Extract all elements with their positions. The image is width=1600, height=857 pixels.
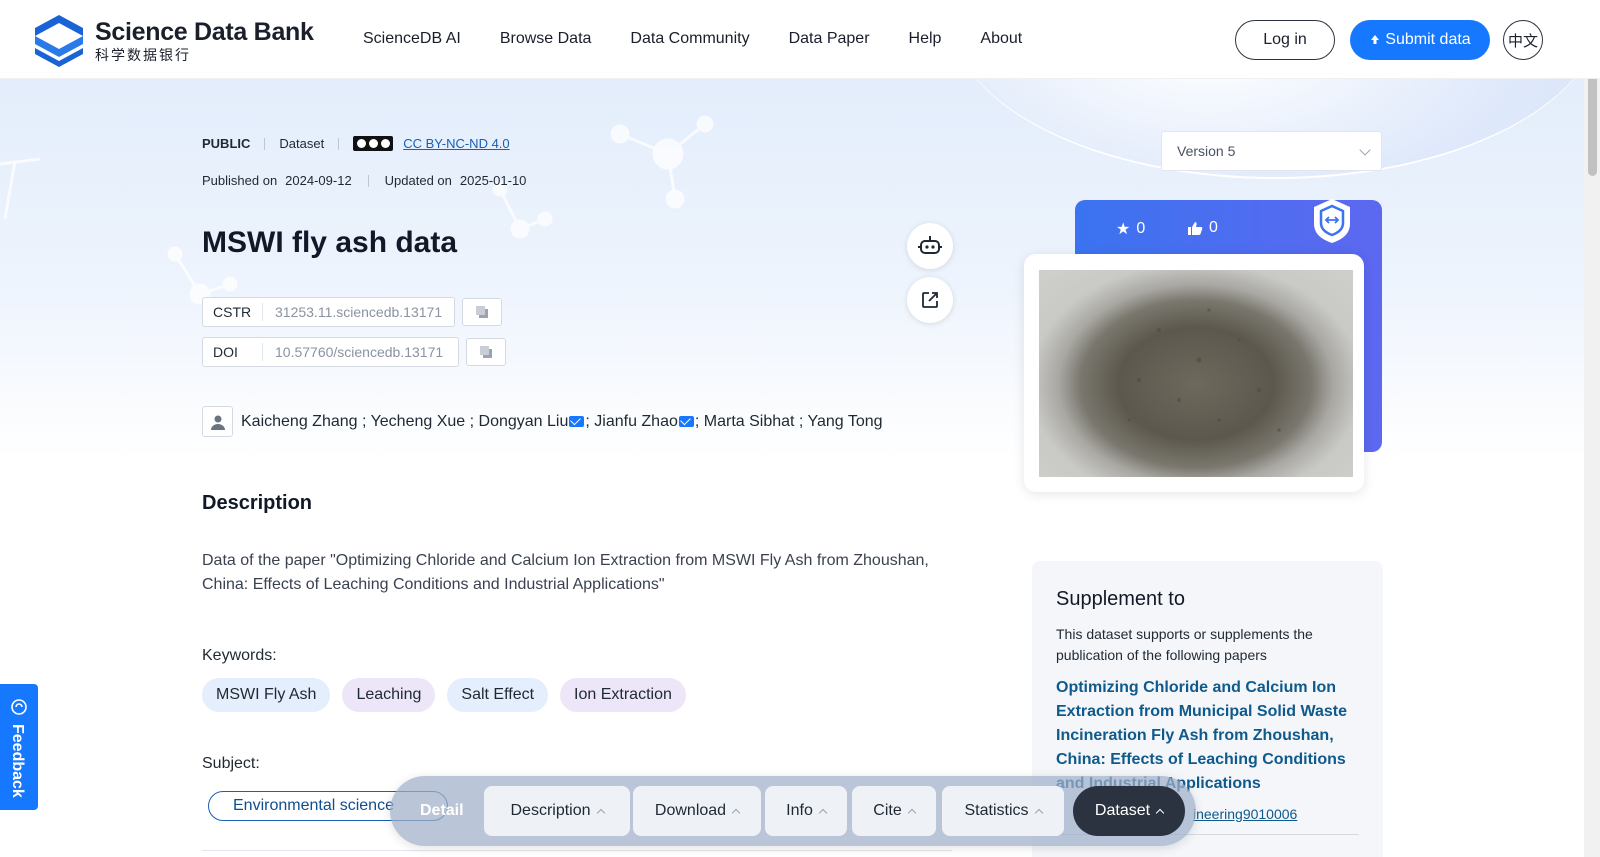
author-names-1[interactable]: Kaicheng Zhang ; Yecheng Xue ; Dongyan L… <box>241 413 568 431</box>
thumbs-up-icon <box>1188 221 1203 235</box>
author-list: Kaicheng Zhang ; Yecheng Xue ; Dongyan L… <box>202 406 883 437</box>
chevron-up-icon <box>1034 808 1043 818</box>
keywords-label: Keywords: <box>202 647 277 664</box>
doi-label: DOI <box>203 343 263 361</box>
chevron-up-icon <box>818 808 828 818</box>
updated-date: 2025-01-10 <box>459 173 527 188</box>
nav-data-community[interactable]: Data Community <box>630 30 749 48</box>
floating-nav-cite[interactable]: Cite <box>852 786 936 836</box>
divider <box>367 174 369 187</box>
divider <box>338 137 340 150</box>
dataset-meta: PUBLIC Dataset CC BY-NC-ND 4.0 <box>202 136 510 151</box>
floating-nav-download[interactable]: Download <box>633 786 761 836</box>
nav-browse-data[interactable]: Browse Data <box>500 30 592 48</box>
feedback-label[interactable]: Feedback <box>8 724 26 798</box>
type-label: Dataset <box>279 136 325 151</box>
copy-cstr-button[interactable] <box>462 298 502 326</box>
nav-help[interactable]: Help <box>909 30 942 48</box>
chevron-up-icon <box>907 808 916 818</box>
floating-nav-statistics[interactable]: Statistics <box>942 786 1064 836</box>
supplement-title: Supplement to <box>1056 588 1185 610</box>
floating-nav-label: Info <box>786 802 813 819</box>
author-names-3[interactable]: ; Marta Sibhat ; Yang Tong <box>695 413 883 431</box>
like-count-value: 0 <box>1209 219 1218 236</box>
floating-nav-description[interactable]: Description <box>484 786 630 836</box>
version-select[interactable]: Version 5 <box>1161 131 1382 171</box>
share-icon <box>922 292 938 308</box>
email-icon[interactable] <box>569 416 585 427</box>
robot-icon <box>918 236 942 254</box>
cstr-field: CSTR 31253.11.sciencedb.13171 <box>202 297 455 327</box>
upload-icon <box>1371 35 1380 44</box>
keyword-chip[interactable]: Leaching <box>342 678 436 712</box>
version-value: Version 5 <box>1177 143 1236 159</box>
email-icon[interactable] <box>678 416 694 427</box>
floating-nav-info[interactable]: Info <box>765 786 847 836</box>
description-heading: Description <box>202 492 313 514</box>
copy-doi-button[interactable] <box>466 338 506 366</box>
star-count: 0 <box>1136 220 1146 237</box>
floating-nav-detail-label: Detail <box>420 802 464 819</box>
copy-icon <box>480 346 492 358</box>
ai-assistant-button[interactable] <box>907 223 953 269</box>
keyword-list: MSWI Fly Ash Leaching Salt Effect Ion Ex… <box>202 678 686 712</box>
keyword-chip[interactable]: Salt Effect <box>447 678 549 712</box>
description-text: Data of the paper "Optimizing Chloride a… <box>202 552 929 593</box>
avatar <box>202 406 233 437</box>
top-navigation-bar: Science Data Bank 科学数据银行 ScienceDB AI Br… <box>0 0 1600 79</box>
published-label: Published on <box>202 173 278 188</box>
chevron-down-icon <box>1359 144 1371 156</box>
access-badge: PUBLIC <box>202 136 251 151</box>
star-icon: ★ <box>1116 221 1131 238</box>
section-divider <box>202 850 952 851</box>
logo-subtitle: 科学数据银行 <box>95 47 191 63</box>
subject-label: Subject: <box>202 755 260 772</box>
chevron-up-icon <box>596 808 605 818</box>
dataset-cover-image[interactable] <box>1039 270 1353 477</box>
floating-nav-label: Description <box>510 802 591 819</box>
submit-data-label: Submit data <box>1385 31 1471 48</box>
user-icon <box>210 415 225 430</box>
certified-shield-icon <box>1314 199 1350 243</box>
logo-title: Science Data Bank <box>95 18 314 46</box>
cc-license-icon <box>353 136 394 151</box>
cstr-label: CSTR <box>203 303 263 321</box>
keyword-chip[interactable]: MSWI Fly Ash <box>202 678 331 712</box>
main-nav: ScienceDB AI Browse Data Data Community … <box>363 30 1061 48</box>
author-names-2[interactable]: ; Jianfu Zhao <box>585 413 678 431</box>
doi-field: DOI 10.57760/sciencedb.13171 <box>202 337 459 367</box>
chevron-up-icon <box>731 808 741 818</box>
share-button[interactable] <box>907 277 953 323</box>
floating-nav-label: Download <box>654 802 727 819</box>
chevron-up-icon <box>1155 808 1165 818</box>
floating-nav-label: Cite <box>873 802 902 819</box>
dataset-title: MSWI fly ash data <box>202 226 458 259</box>
cstr-value: 31253.11.sciencedb.13171 <box>275 304 443 320</box>
published-date: 2024-09-12 <box>285 173 352 188</box>
sciencedb-logo-icon <box>35 15 83 67</box>
login-button[interactable]: Log in <box>1235 20 1335 60</box>
divider <box>264 137 266 150</box>
supplement-text: This dataset supports or supplements the… <box>1056 626 1313 663</box>
like-count[interactable]: 0 <box>1188 219 1218 237</box>
favorite-count[interactable]: ★ 0 <box>1116 219 1145 239</box>
license-link[interactable]: CC BY-NC-ND 4.0 <box>403 136 509 151</box>
updated-label: Updated on <box>384 173 452 188</box>
supplement-paper-link[interactable]: ineering9010006 <box>1193 806 1297 822</box>
floating-nav-label: Statistics <box>964 802 1029 819</box>
dates-row: Published on 2024-09-12 Updated on 2025-… <box>202 173 526 188</box>
language-toggle[interactable]: 中文 <box>1503 20 1543 60</box>
feedback-icon <box>11 699 27 715</box>
nav-sciencedb-ai[interactable]: ScienceDB AI <box>363 30 461 48</box>
floating-nav-dataset[interactable]: Dataset <box>1073 786 1185 836</box>
doi-value: 10.57760/sciencedb.13171 <box>275 344 444 360</box>
nav-data-paper[interactable]: Data Paper <box>789 30 870 48</box>
floating-nav-label: Dataset <box>1094 802 1151 819</box>
copy-icon <box>476 306 488 318</box>
fly-ash-texture <box>1127 308 1281 432</box>
nav-about[interactable]: About <box>980 30 1022 48</box>
site-logo[interactable]: Science Data Bank 科学数据银行 <box>31 13 314 69</box>
keyword-chip[interactable]: Ion Extraction <box>560 678 686 712</box>
submit-data-button[interactable]: Submit data <box>1350 20 1490 60</box>
